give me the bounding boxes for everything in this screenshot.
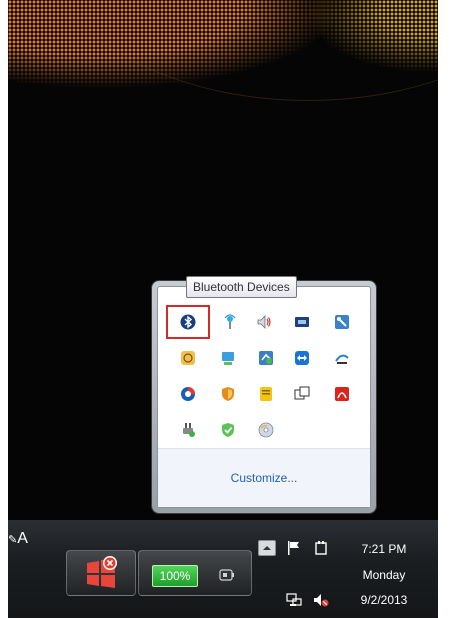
antivirus-check-icon — [222, 423, 234, 437]
chevron-up-icon — [263, 546, 271, 550]
tray-icon-security-shield[interactable] — [212, 379, 244, 409]
tray-icon-power-plug[interactable] — [172, 415, 204, 445]
tray-icon-antivirus-check[interactable] — [212, 415, 244, 445]
volume-muted-icon[interactable] — [313, 592, 329, 608]
language-indicator[interactable]: ✎A — [8, 530, 28, 548]
tray-icon-disc[interactable] — [250, 415, 282, 445]
power-connector-icon — [219, 569, 234, 581]
sync-icon — [259, 351, 273, 365]
wireless-icon — [224, 314, 236, 329]
battery-percentage: 100% — [152, 565, 198, 587]
schedule-icon — [181, 351, 195, 365]
tray-icon-sync[interactable] — [250, 343, 282, 373]
network-drive-icon — [222, 352, 234, 365]
tray-icon-satellite-dish[interactable] — [326, 343, 358, 373]
battery-power-icon[interactable] — [313, 540, 329, 556]
disc-icon — [258, 422, 274, 438]
notification-overflow-flyout: Customize... — [152, 281, 376, 513]
settings-tool-icon — [335, 315, 349, 329]
tray-icon-schedule[interactable] — [172, 343, 204, 373]
pen-icon: ✎ — [8, 534, 18, 546]
satellite-dish-icon — [335, 354, 349, 364]
language-label: A — [17, 530, 28, 547]
show-hidden-icons-button[interactable] — [258, 540, 276, 556]
clock-time[interactable]: 7:21 PM — [349, 542, 419, 556]
flyout-panel: Customize... — [157, 286, 371, 508]
tray-icon-windows-stack[interactable] — [286, 379, 318, 409]
teamviewer-icon — [295, 351, 309, 365]
bluetooth-tooltip: Bluetooth Devices — [186, 276, 297, 298]
tray-icon-wireless[interactable] — [214, 307, 246, 337]
tray-icon-teamviewer[interactable] — [286, 343, 318, 373]
windows-stack-icon — [294, 386, 310, 400]
network-icon[interactable] — [286, 592, 302, 608]
app-circle-icon — [181, 387, 195, 401]
tray-icon-settings-tool[interactable] — [326, 307, 358, 337]
clock-day[interactable]: Monday — [349, 568, 419, 582]
volume-icon — [257, 315, 271, 329]
customize-link[interactable]: Customize... — [231, 471, 298, 485]
power-plug-icon — [183, 423, 195, 437]
taskbar-app-button[interactable] — [66, 550, 136, 596]
tray-icon-media-card[interactable] — [286, 307, 318, 337]
security-shield-icon — [222, 387, 234, 401]
flyout-footer: Customize... — [158, 448, 370, 507]
action-center-flag-icon[interactable] — [286, 540, 302, 556]
bluetooth-icon — [180, 314, 196, 330]
tray-icon-grid — [158, 287, 370, 457]
office-app-icon — [87, 556, 117, 588]
tray-icon-network-drive[interactable] — [212, 343, 244, 373]
clock-date[interactable]: 9/2/2013 — [349, 593, 419, 607]
notes-icon — [260, 387, 272, 401]
tray-icon-notes[interactable] — [250, 379, 282, 409]
tray-icon-volume[interactable] — [248, 307, 280, 337]
tray-icon-bluetooth[interactable] — [166, 305, 210, 339]
tray-icon-pdf[interactable] — [326, 379, 358, 409]
pdf-icon — [335, 387, 349, 401]
tray-icon-app-circle[interactable] — [172, 379, 204, 409]
media-card-icon — [295, 317, 309, 327]
